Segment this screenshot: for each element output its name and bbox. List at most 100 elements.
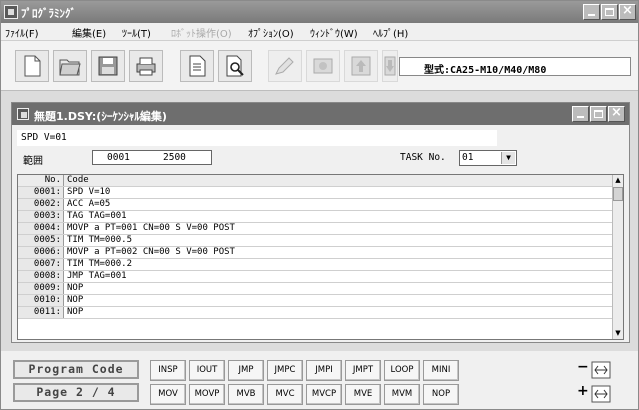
editor-titlebar: 無題1.DSY:(ｼｰｹﾝｼｬﾙ編集) × [12, 103, 629, 125]
menu-robot[interactable]: ﾛﾎﾞｯﾄ操作(O) [171, 25, 232, 40]
cmd-button[interactable]: JMPI [306, 360, 342, 381]
maximize-button[interactable] [601, 4, 618, 20]
grid-header: No. Code [18, 175, 613, 187]
maximize-icon [594, 110, 603, 118]
edit-button[interactable] [268, 50, 302, 82]
code-grid[interactable]: No. Code 0001: SPD V=10 0002: ACC A=05 000… [17, 174, 624, 340]
menu-options[interactable]: ｵﾌﾟｼｮﾝ(O) [248, 25, 294, 40]
cmd-button[interactable]: MINI [423, 360, 459, 381]
table-row[interactable]: 0007: TIM TM=000.2 [18, 259, 613, 271]
task-select[interactable]: 01 ▼ [459, 150, 517, 166]
table-row[interactable]: 0008: JMP TAG=001 [18, 271, 613, 283]
cmd-button[interactable]: MVE [345, 384, 381, 405]
cmd-button[interactable]: NOP [423, 384, 459, 405]
download-button[interactable] [382, 50, 398, 82]
column-header-code: Code [67, 175, 89, 185]
task-label: TASK No. [400, 152, 446, 163]
document-button[interactable] [180, 50, 214, 82]
task-value: 01 [462, 152, 474, 163]
minimize-button[interactable] [583, 4, 600, 20]
row-number: 0008: [18, 271, 64, 282]
table-row[interactable]: 0010: NOP [18, 295, 613, 307]
cmd-button[interactable]: JMPC [267, 360, 303, 381]
cmd-button[interactable]: IOUT [189, 360, 225, 381]
table-row[interactable]: 0003: TAG TAG=001 [18, 211, 613, 223]
chevron-down-icon[interactable]: ▼ [501, 152, 515, 164]
row-number: 0011: [18, 307, 64, 318]
range-label: 範囲 [23, 156, 43, 167]
menu-help[interactable]: ﾍﾙﾌﾟ(H) [373, 25, 408, 40]
cmd-button[interactable]: MVCP [306, 384, 342, 405]
document-icon [189, 55, 206, 77]
print-button[interactable] [129, 50, 163, 82]
cmd-button[interactable]: MVB [228, 384, 264, 405]
cmd-button[interactable]: INSP [150, 360, 186, 381]
download-icon [384, 56, 396, 76]
cmd-button[interactable]: JMPT [345, 360, 381, 381]
sequential-editor-window: 無題1.DSY:(ｼｰｹﾝｼｬﾙ編集) × SPD V=01 範囲 0001 2… [11, 102, 630, 343]
row-number: 0002: [18, 199, 64, 210]
minimize-icon [577, 116, 584, 118]
row-number: 0003: [18, 211, 64, 222]
table-row[interactable]: 0011: NOP [18, 307, 613, 319]
scroll-down-icon[interactable]: ▼ [613, 328, 623, 339]
scroll-up-icon[interactable]: ▲ [613, 175, 623, 186]
page-prev-icon[interactable] [590, 360, 612, 380]
page-next-label: + [577, 383, 589, 399]
close-icon: × [622, 3, 633, 18]
save-icon [98, 56, 118, 76]
table-row[interactable]: 0006: MOVP a PT=002 CN=00 S V=00 POST [18, 247, 613, 259]
new-button[interactable] [15, 50, 49, 82]
palette-mode-label: Program Code [13, 360, 139, 379]
range-input[interactable]: 0001 2500 [92, 150, 212, 165]
row-number: 0004: [18, 223, 64, 234]
vertical-scrollbar[interactable]: ▲ ▼ [612, 175, 623, 339]
range-start: 0001 [107, 152, 130, 163]
current-line-display: SPD V=01 [17, 130, 497, 146]
editor-minimize-button[interactable] [572, 106, 589, 122]
record-button[interactable] [306, 50, 340, 82]
cmd-button[interactable]: JMP [228, 360, 264, 381]
cmd-button[interactable]: MVC [267, 384, 303, 405]
row-code: MOVP a PT=002 CN=00 S V=00 POST [67, 247, 235, 257]
menu-file[interactable]: ﾌｧｲﾙ(F) [5, 25, 39, 40]
save-button[interactable] [91, 50, 125, 82]
search-icon [226, 55, 244, 77]
document-window-icon [17, 108, 29, 120]
open-button[interactable] [53, 50, 87, 82]
record-icon [313, 58, 333, 74]
main-titlebar: ﾌﾟﾛｸﾞﾗﾐﾝｸﾞ × [1, 1, 638, 23]
row-number: 0005: [18, 235, 64, 246]
cmd-button[interactable]: LOOP [384, 360, 420, 381]
row-code: TAG TAG=001 [67, 211, 127, 221]
maximize-icon [605, 8, 614, 16]
cmd-button[interactable]: MOV [150, 384, 186, 405]
table-row[interactable]: 0001: SPD V=10 [18, 187, 613, 199]
palette-page-label: Page 2 / 4 [13, 383, 139, 402]
close-button[interactable]: × [619, 3, 636, 20]
row-number: 0001: [18, 187, 64, 198]
upload-icon [351, 56, 371, 76]
table-row[interactable]: 0002: ACC A=05 [18, 199, 613, 211]
minimize-icon [588, 14, 595, 16]
search-button[interactable] [218, 50, 252, 82]
menu-window[interactable]: ｳｨﾝﾄﾞｳ(W) [310, 25, 358, 40]
cmd-button[interactable]: MOVP [189, 384, 225, 405]
editor-maximize-button[interactable] [590, 106, 607, 122]
upload-button[interactable] [344, 50, 378, 82]
scroll-thumb[interactable] [613, 187, 623, 201]
table-row[interactable]: 0005: TIM TM=000.5 [18, 235, 613, 247]
row-number: 0006: [18, 247, 64, 258]
cmd-button[interactable]: MVM [384, 384, 420, 405]
editor-close-button[interactable]: × [608, 105, 625, 122]
row-code: SPD V=10 [67, 187, 111, 197]
table-row[interactable]: 0004: MOVP a PT=001 CN=00 S V=00 POST [18, 223, 613, 235]
menu-tools[interactable]: ﾂｰﾙ(T) [122, 25, 151, 40]
menu-edit[interactable]: 編集(E) [72, 25, 106, 40]
page-next-icon[interactable] [590, 384, 612, 404]
editor-title: 無題1.DSY:(ｼｰｹﾝｼｬﾙ編集) [34, 110, 167, 123]
table-row[interactable]: 0009: NOP [18, 283, 613, 295]
page-prev-label: − [577, 359, 589, 375]
row-code: TIM TM=000.2 [67, 259, 133, 269]
open-icon [59, 59, 81, 76]
